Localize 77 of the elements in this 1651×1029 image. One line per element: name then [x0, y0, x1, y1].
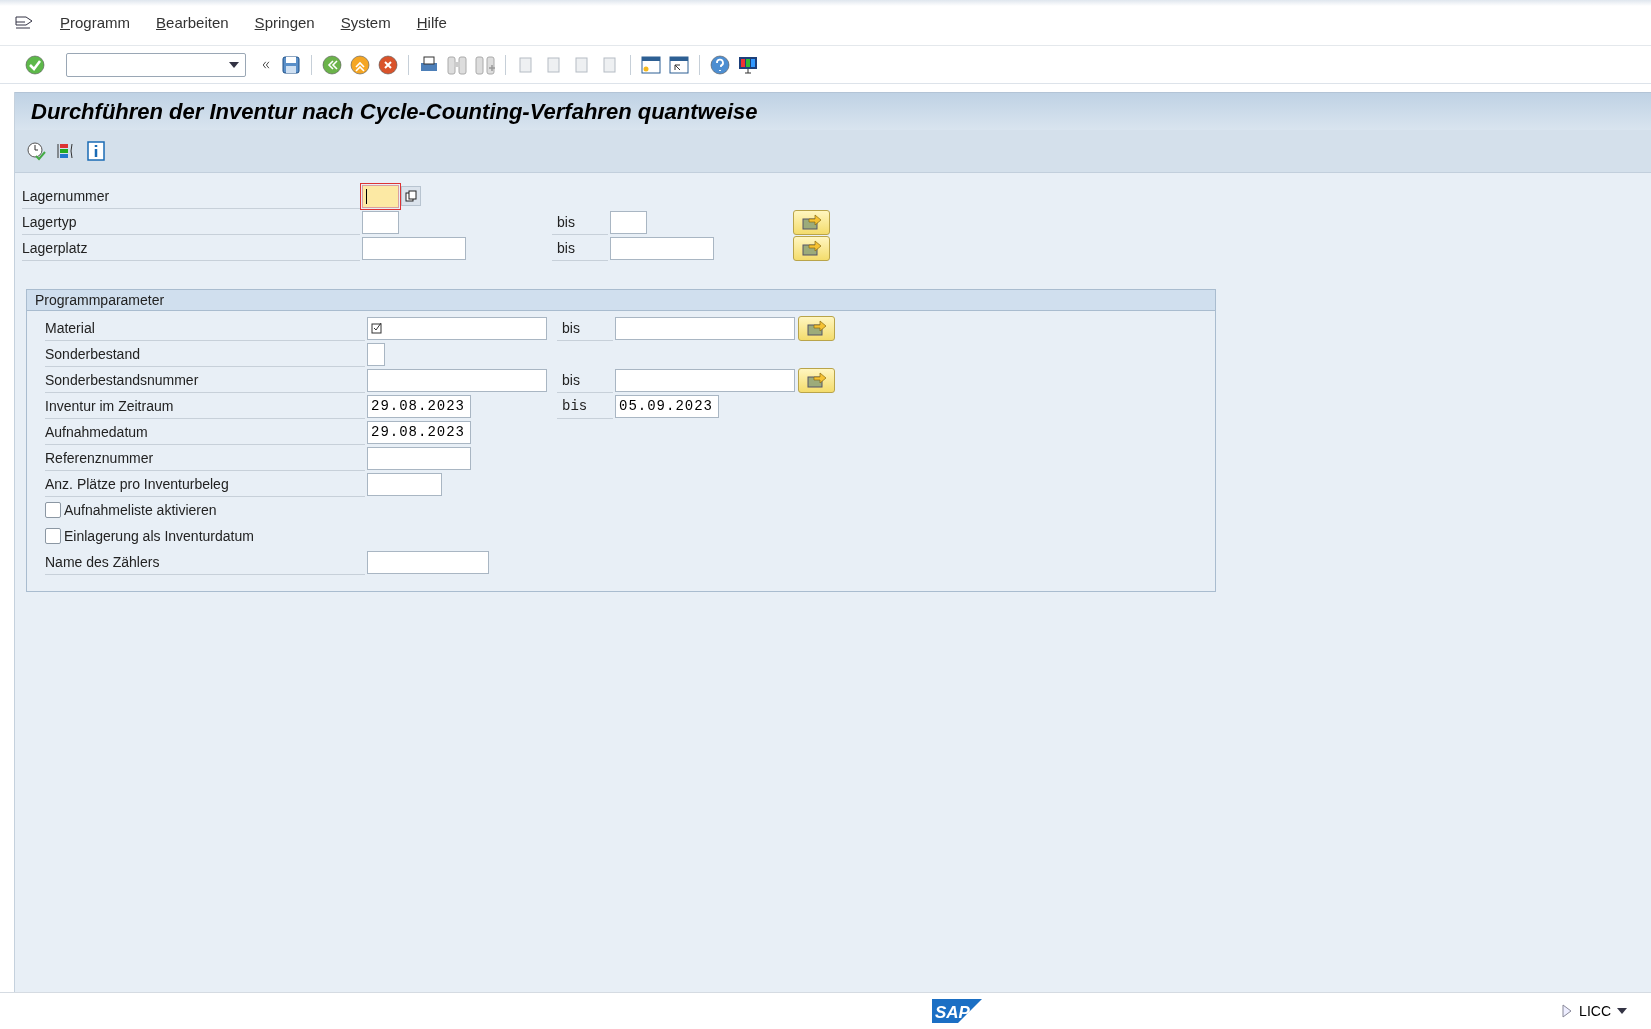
- field-label: Lagerplatz: [22, 235, 360, 261]
- command-field[interactable]: [66, 52, 246, 77]
- range-label: bis: [557, 393, 613, 419]
- menu-item[interactable]: Bearbeiten: [156, 14, 229, 31]
- checkbox[interactable]: [45, 528, 61, 544]
- input-field[interactable]: [367, 550, 489, 574]
- field-value: 29.08.2023: [371, 424, 465, 440]
- field-label: Aufnahmedatum: [45, 419, 365, 445]
- checkbox-label: Einlagerung als Inventurdatum: [64, 528, 254, 544]
- field-label: Name des Zählers: [45, 549, 365, 575]
- field-label: Anz. Plätze pro Inventurbeleg: [45, 471, 365, 497]
- text-cursor: [366, 188, 367, 204]
- multiple-selection-button[interactable]: [793, 209, 830, 235]
- copy-button[interactable]: [401, 186, 421, 206]
- input-field[interactable]: [610, 236, 714, 260]
- screen-title: Durchführen der Inventur nach Cycle-Counting-Verfahren quantweise: [15, 92, 1651, 130]
- input-field[interactable]: [610, 210, 647, 234]
- multiple-selection-button[interactable]: [793, 235, 830, 261]
- field-label: Material: [45, 315, 365, 341]
- input-field[interactable]: [362, 236, 466, 260]
- range-label: bis: [557, 367, 613, 393]
- input-field[interactable]: [367, 472, 442, 496]
- checkbox-label: Aufnahmeliste aktivieren: [64, 502, 217, 518]
- range-label: bis: [552, 235, 608, 261]
- input-field[interactable]: 05.09.2023: [615, 394, 719, 418]
- input-field[interactable]: [362, 184, 399, 208]
- range-label: bis: [552, 209, 608, 235]
- menu-item[interactable]: Hilfe: [416, 14, 447, 31]
- folder-arrow-icon: [800, 239, 823, 257]
- sap-logo: SAP: [932, 999, 982, 1023]
- field-label: Inventur im Zeitraum: [45, 393, 365, 419]
- help-icon[interactable]: [709, 53, 731, 76]
- input-field[interactable]: 29.08.2023: [367, 420, 471, 444]
- field-value: 29.08.2023: [371, 398, 465, 414]
- play-icon[interactable]: [1561, 1003, 1574, 1019]
- input-field[interactable]: [615, 316, 795, 340]
- checkbox[interactable]: [45, 502, 61, 518]
- menu-item[interactable]: Springen: [254, 14, 315, 31]
- field-label: Sonderbestandsnummer: [45, 367, 365, 393]
- menu-item[interactable]: System: [340, 14, 391, 31]
- dropdown-caret-icon: [229, 61, 239, 68]
- folder-arrow-icon: [805, 319, 828, 337]
- cancel-icon[interactable]: [377, 53, 399, 76]
- input-field[interactable]: [367, 446, 471, 470]
- folder-arrow-icon: [800, 213, 823, 231]
- transaction-code[interactable]: LICC: [1579, 1003, 1611, 1019]
- menu-icon[interactable]: [14, 14, 34, 31]
- range-label: bis: [557, 315, 613, 341]
- enter-checkmark-icon[interactable]: [24, 53, 46, 76]
- shortcut-icon[interactable]: [668, 53, 690, 76]
- field-value: 05.09.2023: [619, 398, 713, 414]
- folder-arrow-icon: [805, 371, 828, 389]
- menu-item[interactable]: Programm: [60, 14, 131, 31]
- field-label: Lagertyp: [22, 209, 360, 235]
- field-label: Sonderbestand: [45, 341, 365, 367]
- group-title: Programmparameter: [27, 290, 1215, 311]
- field-label: Referenznummer: [45, 445, 365, 471]
- input-field[interactable]: [367, 368, 547, 392]
- new-window-icon[interactable]: [640, 53, 662, 76]
- back-icon[interactable]: [321, 53, 343, 76]
- input-field[interactable]: 29.08.2023: [367, 394, 471, 418]
- checkmark-icon: [371, 322, 383, 334]
- input-field[interactable]: [367, 316, 547, 340]
- input-field[interactable]: [615, 368, 795, 392]
- copy-icon: [405, 190, 417, 202]
- multiple-selection-button[interactable]: [798, 315, 835, 341]
- save-icon[interactable]: [280, 53, 302, 76]
- field-label: Lagernummer: [22, 183, 360, 209]
- input-field[interactable]: [362, 210, 399, 234]
- multiple-selection-button[interactable]: [798, 367, 835, 393]
- input-field[interactable]: [367, 342, 385, 366]
- binoculars-icon: [446, 53, 468, 76]
- binoculars-plus-icon: [474, 53, 496, 76]
- exit-icon[interactable]: [349, 53, 371, 76]
- info-icon[interactable]: [85, 140, 107, 162]
- dropdown-caret-icon[interactable]: [1617, 1008, 1627, 1014]
- execute-clock-icon[interactable]: [25, 140, 47, 162]
